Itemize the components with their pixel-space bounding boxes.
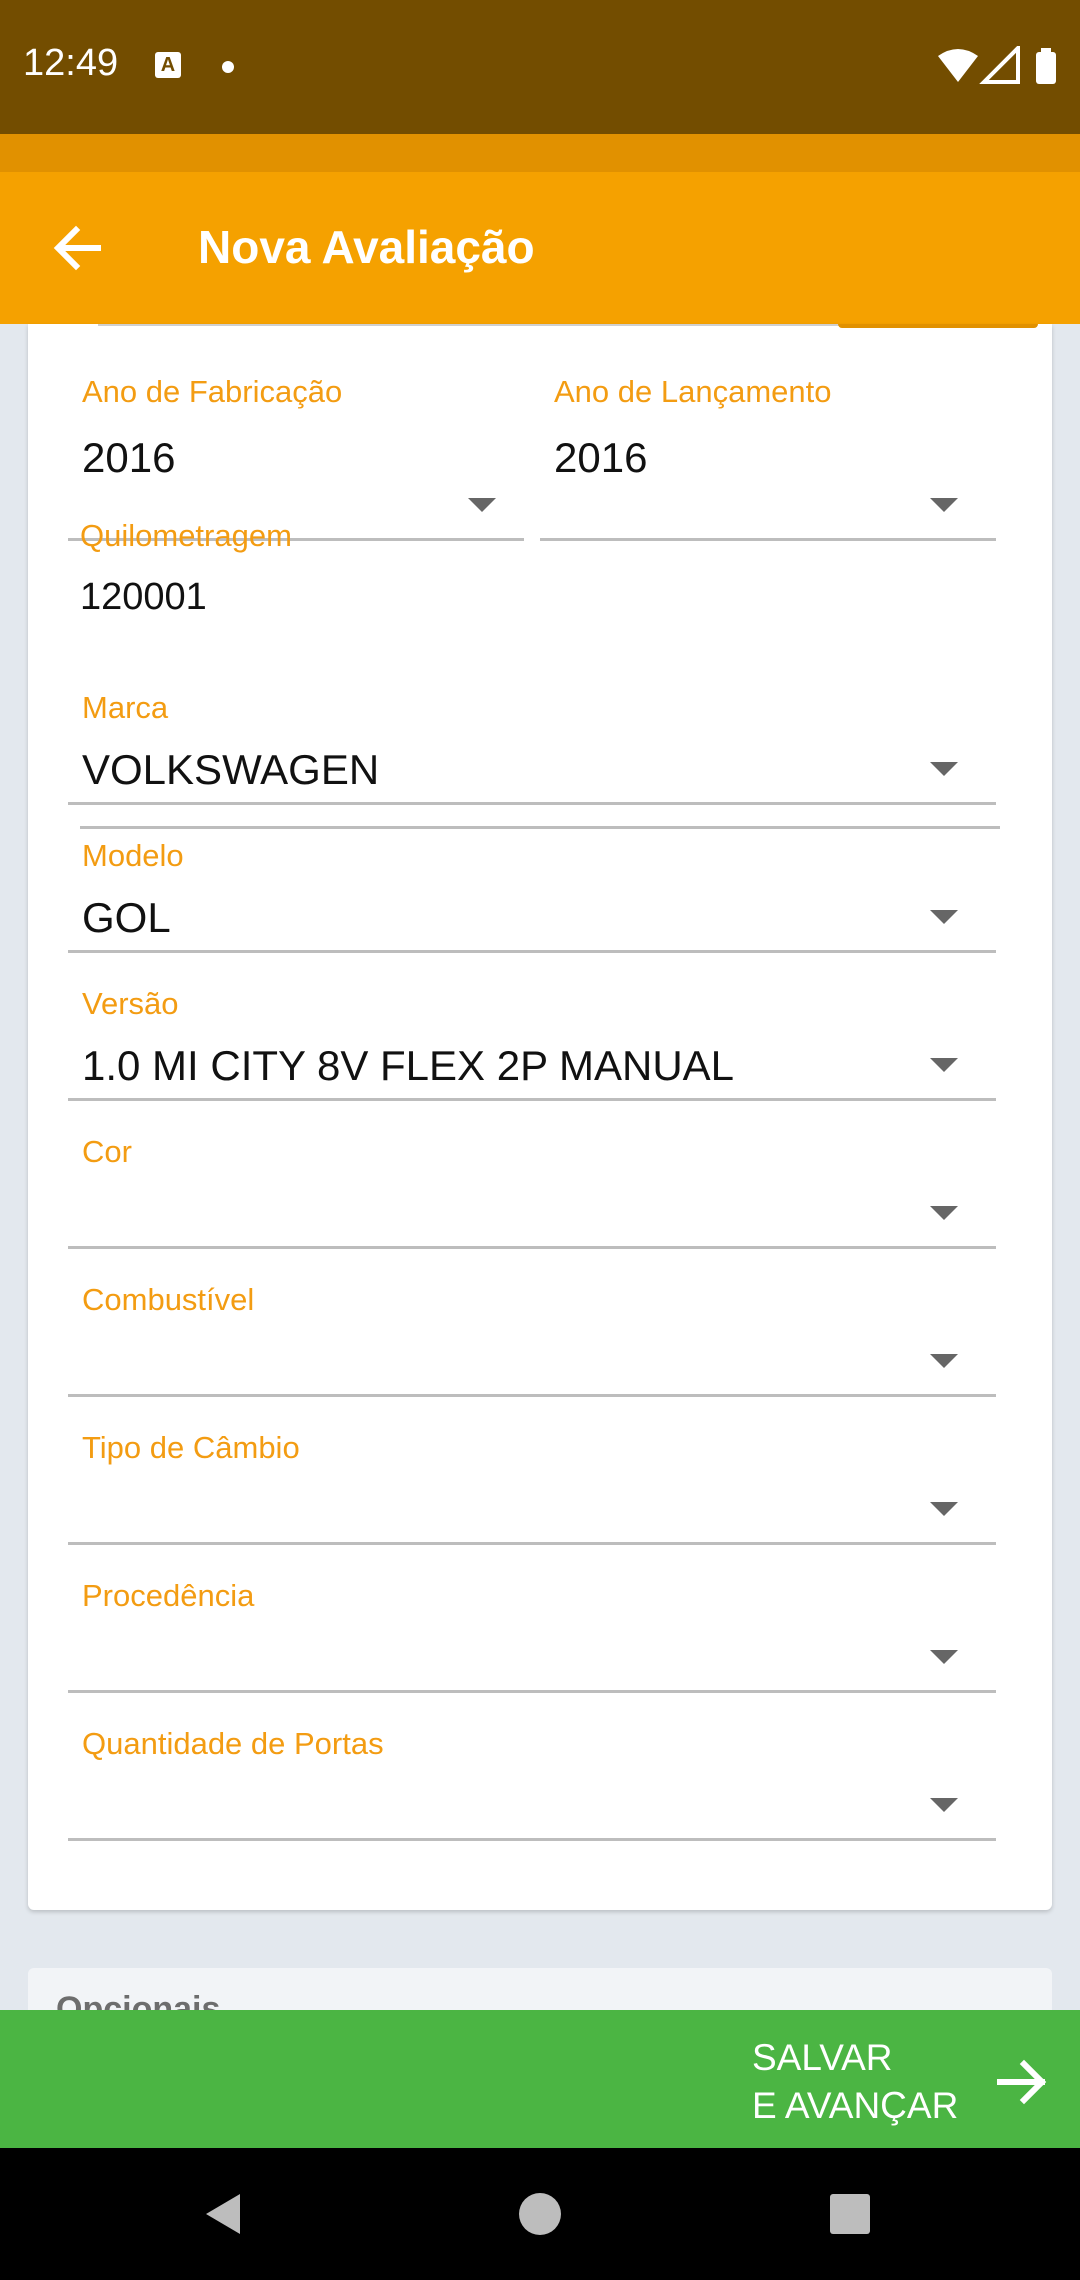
- nav-back-icon[interactable]: [196, 2186, 252, 2242]
- cor-select[interactable]: Cor: [68, 1134, 996, 1254]
- tipo-cambio-label: Tipo de Câmbio: [82, 1430, 300, 1465]
- field-underline: [80, 826, 1000, 829]
- quilometragem-input[interactable]: Quilometragem 120001: [80, 518, 1000, 829]
- navigation-bar: [0, 2148, 1080, 2280]
- card-divider-accent: [838, 324, 1038, 328]
- chevron-down-icon: [930, 1354, 958, 1368]
- notification-dot-icon: [222, 61, 234, 73]
- vehicle-form-card: Ano de Fabricação 2016 Ano de Lançamento…: [28, 324, 1052, 1910]
- cor-label: Cor: [82, 1134, 132, 1169]
- versao-value: 1.0 MI CITY 8V FLEX 2P MANUAL: [82, 1042, 735, 1089]
- chevron-down-icon: [468, 498, 496, 512]
- ano-lancamento-select[interactable]: Ano de Lançamento 2016: [540, 374, 996, 541]
- ano-fabricacao-select[interactable]: Ano de Fabricação 2016: [68, 374, 524, 541]
- field-underline: [68, 950, 996, 953]
- quilometragem-label: Quilometragem: [80, 518, 292, 553]
- page-title: Nova Avaliação: [198, 221, 535, 273]
- field-underline: [68, 1098, 996, 1101]
- field-underline: [68, 1394, 996, 1397]
- appbar-shadow: [0, 134, 1080, 172]
- versao-select[interactable]: Versão 1.0 MI CITY 8V FLEX 2P MANUAL: [68, 986, 996, 1106]
- wifi-icon: [938, 49, 978, 82]
- field-underline: [68, 802, 996, 805]
- ano-fabricacao-label: Ano de Fabricação: [82, 374, 343, 409]
- status-time: 12:49: [23, 42, 119, 84]
- chevron-down-icon: [930, 1206, 958, 1220]
- field-underline: [68, 1542, 996, 1545]
- ano-lancamento-label: Ano de Lançamento: [554, 374, 832, 409]
- notification-app-icon: A: [155, 52, 181, 78]
- modelo-label: Modelo: [82, 838, 184, 873]
- chevron-down-icon: [930, 1798, 958, 1812]
- field-underline: [68, 1690, 996, 1693]
- chevron-down-icon: [930, 762, 958, 776]
- status-bar: 12:49 A: [0, 0, 1080, 134]
- save-button-label: SALVAR E AVANÇAR: [752, 2034, 958, 2130]
- battery-icon: [1036, 52, 1056, 84]
- combustivel-select[interactable]: Combustível: [68, 1282, 996, 1402]
- field-underline: [68, 1246, 996, 1249]
- quilometragem-value: 120001: [80, 576, 207, 618]
- modelo-value: GOL: [82, 894, 171, 941]
- procedencia-select[interactable]: Procedência: [68, 1578, 996, 1698]
- versao-label: Versão: [82, 986, 179, 1021]
- save-button-line1: SALVAR: [752, 2037, 893, 2078]
- field-underline: [68, 1838, 996, 1841]
- ano-lancamento-value: 2016: [554, 434, 648, 481]
- marca-select[interactable]: Marca VOLKSWAGEN: [68, 690, 996, 810]
- chevron-down-icon: [930, 910, 958, 924]
- quantidade-portas-label: Quantidade de Portas: [82, 1726, 384, 1761]
- quantidade-portas-select[interactable]: Quantidade de Portas: [68, 1726, 996, 1846]
- app-bar: Nova Avaliação: [0, 172, 1080, 324]
- marca-label: Marca: [82, 690, 169, 725]
- back-arrow-icon[interactable]: [48, 216, 112, 280]
- chevron-down-icon: [930, 498, 958, 512]
- card-divider: [98, 324, 868, 326]
- save-button-line2: E AVANÇAR: [752, 2085, 959, 2126]
- status-icons: [938, 46, 1056, 84]
- combustivel-label: Combustível: [82, 1282, 255, 1317]
- ano-fabricacao-value: 2016: [82, 434, 176, 481]
- save-and-advance-button[interactable]: SALVAR E AVANÇAR: [0, 2010, 1080, 2148]
- tipo-cambio-select[interactable]: Tipo de Câmbio: [68, 1430, 996, 1550]
- chevron-down-icon: [930, 1650, 958, 1664]
- nav-recents-icon[interactable]: [822, 2186, 878, 2242]
- chevron-down-icon: [930, 1058, 958, 1072]
- marca-value: VOLKSWAGEN: [82, 746, 380, 793]
- nav-home-icon[interactable]: [512, 2186, 568, 2242]
- arrow-right-icon: [997, 2059, 1047, 2105]
- chevron-down-icon: [930, 1502, 958, 1516]
- modelo-select[interactable]: Modelo GOL: [68, 838, 996, 958]
- procedencia-label: Procedência: [82, 1578, 255, 1613]
- signal-icon: [979, 46, 1020, 84]
